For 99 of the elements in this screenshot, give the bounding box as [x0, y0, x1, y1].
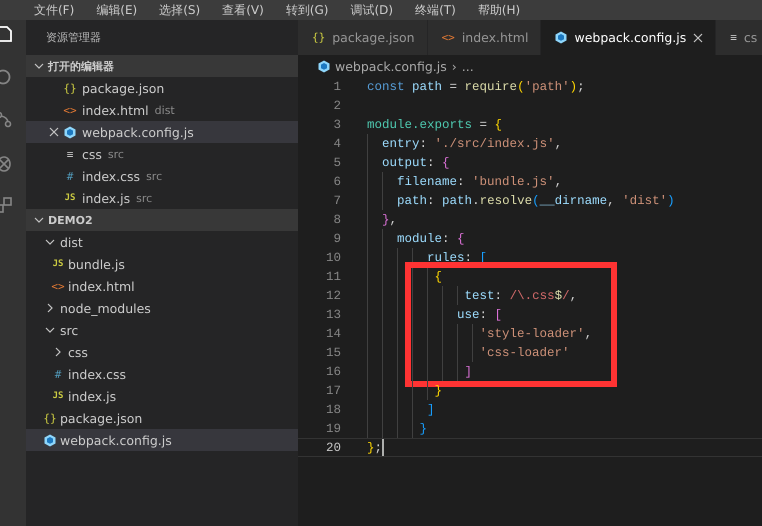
- open-editor-item[interactable]: webpack.config.js: [26, 121, 298, 143]
- menu-item[interactable]: 转到(G): [286, 2, 328, 18]
- chevron-right-icon: [53, 347, 63, 357]
- branch-icon[interactable]: [0, 110, 14, 130]
- code-line: };: [367, 440, 382, 456]
- breadcrumb-item[interactable]: ...: [462, 58, 474, 74]
- code-line: ]: [367, 362, 472, 381]
- open-editor-item[interactable]: <> index.html dist: [26, 99, 298, 121]
- js-icon: JS: [52, 260, 64, 268]
- braces-icon: {}: [312, 32, 326, 43]
- bug-icon[interactable]: [0, 153, 14, 173]
- line-number: 13: [324, 308, 342, 322]
- line-number: 1: [332, 80, 342, 94]
- editor-tab[interactable]: webpack.config.js: [541, 20, 716, 55]
- code-line: module: {: [367, 229, 465, 248]
- line-number: 15: [324, 346, 342, 360]
- angle-brackets-icon: <>: [63, 104, 77, 116]
- breadcrumb-item[interactable]: webpack.config.js: [335, 58, 447, 74]
- angle-brackets-icon: <>: [442, 32, 455, 43]
- js-icon: JS: [52, 392, 64, 400]
- chevron-down-icon: [45, 325, 55, 335]
- braces-icon: {}: [63, 82, 77, 94]
- line-number: 3: [332, 118, 342, 132]
- line-number: 6: [332, 174, 342, 188]
- close-icon[interactable]: [49, 127, 59, 137]
- open-editor-item[interactable]: # index.css src: [26, 165, 298, 187]
- squares-icon[interactable]: [0, 196, 14, 216]
- code-line: module.exports = {: [367, 116, 502, 134]
- code-line: filename: 'bundle.js',: [367, 172, 562, 191]
- line-number: 9: [332, 232, 342, 246]
- chevron-down-icon: [34, 215, 44, 225]
- line-number: 5: [332, 156, 342, 170]
- menu-item[interactable]: 选择(S): [159, 2, 200, 18]
- chevron-down-icon: [34, 61, 44, 71]
- editor-tab[interactable]: <> index.html: [428, 20, 542, 55]
- code-line: use: [: [367, 305, 502, 324]
- code-line: ]: [367, 400, 435, 419]
- menu-item[interactable]: 文件(F): [34, 2, 74, 18]
- menu-item[interactable]: 调试(D): [350, 2, 394, 18]
- folder-item[interactable]: dist: [26, 231, 298, 253]
- lines-icon: ≡: [730, 32, 737, 43]
- code-line: entry: './src/index.js',: [367, 134, 562, 153]
- file-item[interactable]: JS index.js: [26, 385, 298, 407]
- hash-icon: #: [54, 368, 62, 380]
- open-editor-item[interactable]: ≡ css src: [26, 143, 298, 165]
- open-editor-item[interactable]: {} package.json: [26, 77, 298, 99]
- text-cursor: [382, 439, 384, 456]
- braces-icon: {}: [43, 412, 57, 424]
- code-line: {: [367, 267, 442, 286]
- file-item[interactable]: JS bundle.js: [26, 253, 298, 275]
- files-icon[interactable]: [0, 24, 14, 44]
- sidebar-title: 资源管理器: [46, 30, 101, 45]
- line-number: 12: [324, 288, 342, 302]
- folder-item[interactable]: src: [26, 319, 298, 341]
- code-line: const path = require('path');: [367, 78, 585, 96]
- code-line: path: path.resolve(__dirname, 'dist'): [367, 191, 675, 210]
- editor-tab[interactable]: {} package.json: [298, 20, 428, 55]
- file-item[interactable]: {} package.json: [26, 407, 298, 429]
- code-line: }: [367, 381, 442, 400]
- line-number: 20: [324, 440, 342, 454]
- section-header[interactable]: 打开的编辑器: [26, 55, 298, 77]
- line-number: 2: [332, 98, 342, 112]
- menu-item[interactable]: 帮助(H): [478, 2, 520, 18]
- menu-item[interactable]: 查看(V): [222, 2, 264, 18]
- code-line: }: [367, 419, 428, 438]
- cube-icon: [64, 126, 76, 138]
- line-number: 16: [324, 364, 342, 378]
- file-item[interactable]: <> index.html: [26, 275, 298, 297]
- line-number: 14: [324, 326, 342, 340]
- hash-icon: #: [66, 170, 74, 182]
- line-number: 11: [324, 270, 342, 284]
- close-icon[interactable]: [693, 32, 704, 42]
- cube-icon: [318, 60, 330, 72]
- menu-item[interactable]: 编辑(E): [96, 2, 138, 18]
- line-number: 10: [324, 250, 342, 264]
- chevron-right-icon: [45, 303, 55, 313]
- chevron-down-icon: [45, 237, 55, 247]
- cube-icon: [555, 31, 568, 44]
- code-line: output: {: [367, 153, 450, 172]
- folder-item[interactable]: node_modules: [26, 297, 298, 319]
- line-number: 4: [332, 136, 342, 150]
- menu-item[interactable]: 终端(T): [415, 2, 456, 18]
- cube-icon: [44, 434, 56, 446]
- file-item[interactable]: # index.css: [26, 363, 298, 385]
- angle-brackets-icon: <>: [51, 280, 65, 292]
- folder-item[interactable]: css: [26, 341, 298, 363]
- line-number: 7: [332, 194, 342, 208]
- lines-icon: ≡: [66, 148, 74, 160]
- editor-tab[interactable]: ≡ cs: [716, 20, 762, 55]
- js-icon: JS: [64, 194, 76, 202]
- breadcrumb-separator: ›: [452, 58, 457, 74]
- open-editor-item[interactable]: JS index.js src: [26, 187, 298, 209]
- code-line: test: /\.css$/,: [367, 286, 578, 305]
- section-header[interactable]: DEMO2: [26, 209, 298, 231]
- line-number: 8: [332, 212, 342, 226]
- file-item[interactable]: webpack.config.js: [26, 429, 298, 451]
- line-number: 19: [324, 422, 342, 436]
- line-number: 18: [324, 402, 342, 416]
- line-number: 17: [324, 384, 342, 398]
